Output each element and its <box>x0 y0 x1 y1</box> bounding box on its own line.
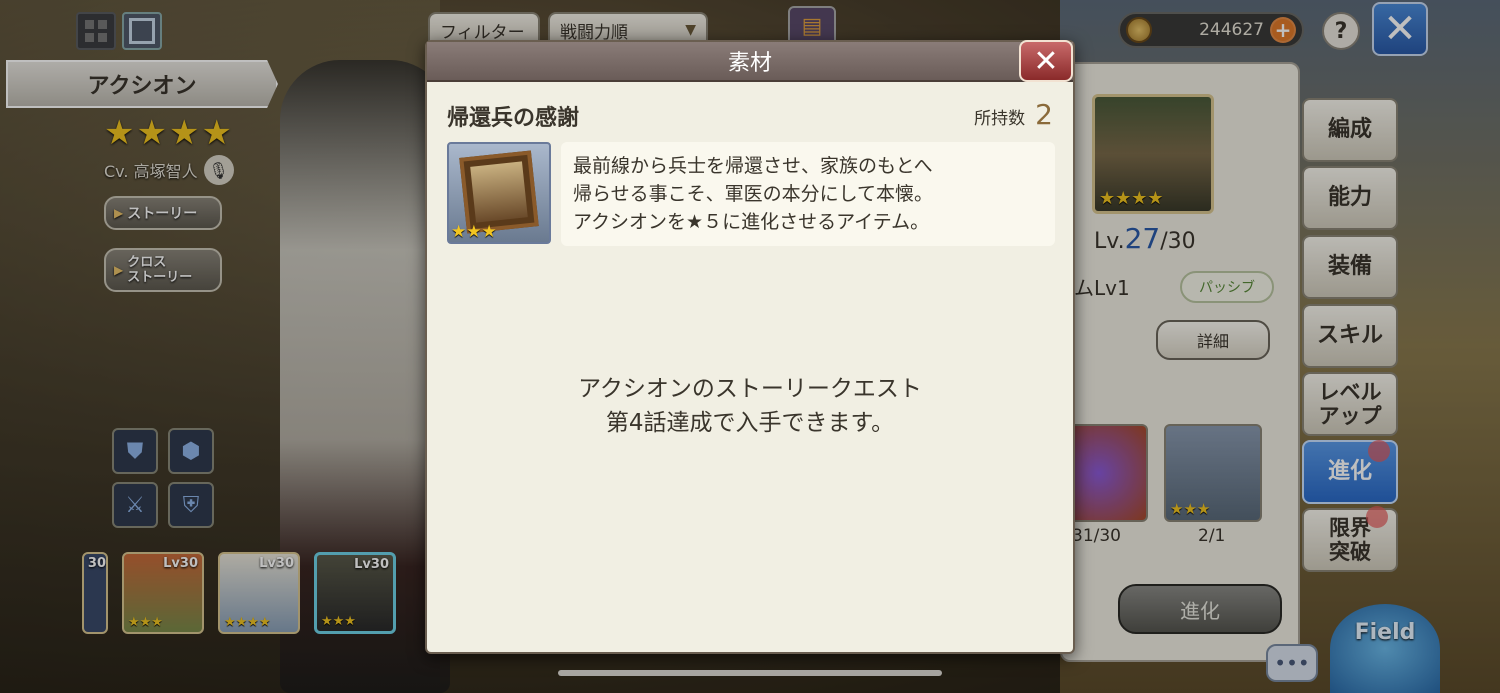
owned-count: 所持数 2 <box>974 98 1053 131</box>
item-stars: ★★★ <box>451 222 497 242</box>
modal-close-button[interactable]: ✕ <box>1019 40 1073 82</box>
material-modal: 素材 ✕ 帰還兵の感謝 所持数 2 ★★★ 最前線から兵士を帰還させ、家族のもと… <box>425 40 1075 654</box>
modal-title: 素材 <box>427 42 1073 82</box>
acquire-line: アクシオンのストーリークエスト <box>578 376 922 402</box>
acquire-info: アクシオンのストーリークエスト 第4話達成で入手できます。 <box>427 372 1073 440</box>
owned-value: 2 <box>1035 98 1053 131</box>
item-icon: ★★★ <box>447 142 551 244</box>
description-line: アクシオンを★５に進化させるアイテム。 <box>573 211 930 233</box>
item-description: 最前線から兵士を帰還させ、家族のもとへ 帰らせる事こそ、軍医の本分にして本懐。 … <box>561 142 1055 246</box>
description-line: 最前線から兵士を帰還させ、家族のもとへ <box>573 155 933 177</box>
description-line: 帰らせる事こそ、軍医の本分にして本懐。 <box>573 183 934 205</box>
acquire-line: 第4話達成で入手できます。 <box>605 410 895 436</box>
close-icon: ✕ <box>1033 43 1059 79</box>
owned-label: 所持数 <box>974 109 1026 129</box>
item-name: 帰還兵の感謝 <box>447 106 580 131</box>
scroll-indicator <box>558 670 942 676</box>
